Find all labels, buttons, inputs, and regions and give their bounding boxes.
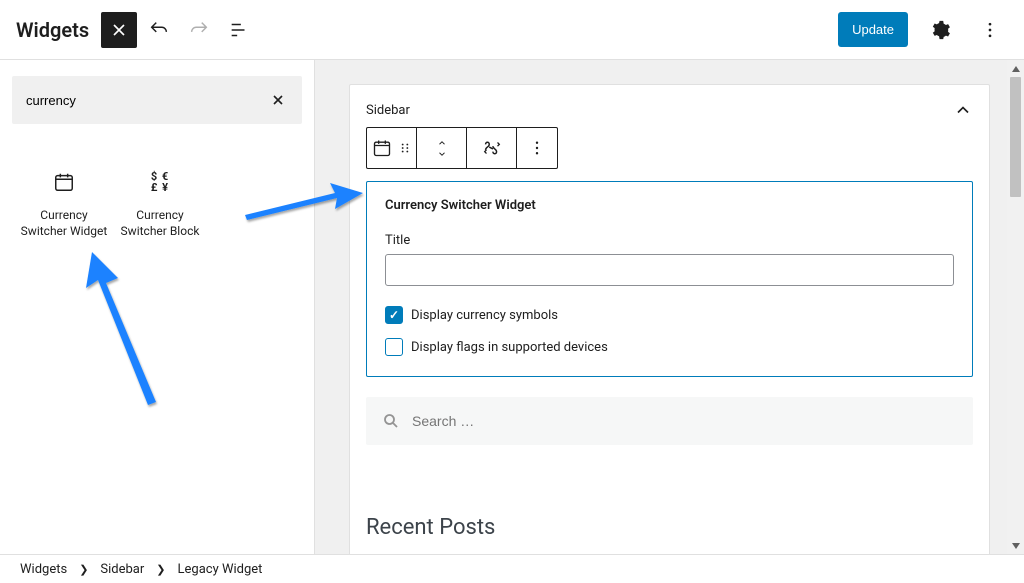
widget-area-title: Sidebar (366, 103, 410, 118)
recent-posts-heading: Recent Posts (366, 515, 973, 540)
widget-area-sidebar: Sidebar (349, 84, 990, 554)
toolbar-right-group (922, 12, 1008, 48)
move-down-icon[interactable] (435, 149, 449, 159)
crumb[interactable]: Widgets (20, 562, 67, 577)
block-search-box (12, 76, 302, 124)
title-input[interactable] (385, 254, 954, 286)
selected-block: Currency Switcher Widget Title Display c… (366, 181, 973, 377)
title-field-label: Title (385, 233, 954, 248)
block-options-icon[interactable] (528, 139, 546, 157)
block-toolbar (366, 127, 558, 169)
collapse-area-icon[interactable] (953, 100, 973, 120)
list-view-button[interactable] (221, 12, 257, 48)
block-search-input[interactable] (26, 93, 268, 108)
search-widget-input[interactable] (412, 413, 957, 429)
crumb[interactable]: Sidebar (100, 562, 144, 577)
settings-button[interactable] (922, 12, 958, 48)
chevron-right-icon: ❯ (156, 563, 165, 576)
update-button[interactable]: Update (838, 12, 908, 47)
scroll-up-icon[interactable] (1007, 60, 1024, 77)
toolbar-left-group (101, 12, 257, 48)
scrollbar[interactable] (1007, 60, 1024, 554)
close-inserter-button[interactable] (101, 12, 137, 48)
breadcrumb: Widgets ❯ Sidebar ❯ Legacy Widget (0, 554, 1024, 583)
block-currency-switcher-block[interactable]: $ €£ ¥ Currency Switcher Block (112, 160, 208, 247)
block-results: Currency Switcher Widget $ €£ ¥ Currency… (12, 160, 302, 247)
display-flags-checkbox[interactable] (385, 338, 403, 356)
block-type-icon[interactable] (372, 138, 392, 158)
scroll-down-icon[interactable] (1007, 537, 1024, 554)
crumb[interactable]: Legacy Widget (178, 562, 263, 577)
top-toolbar: Widgets Update (0, 0, 1024, 60)
currency-icon: $ €£ ¥ (151, 168, 169, 196)
search-icon (382, 412, 400, 430)
display-symbols-checkbox[interactable] (385, 306, 403, 324)
move-to-icon[interactable] (481, 137, 503, 159)
options-button[interactable] (972, 12, 1008, 48)
search-widget-block[interactable] (366, 397, 973, 445)
scrollbar-thumb[interactable] (1010, 77, 1021, 197)
drag-handle-icon[interactable] (398, 141, 412, 155)
editor-canvas: Sidebar (315, 60, 1024, 554)
selected-block-heading: Currency Switcher Widget (385, 198, 954, 213)
page-title: Widgets (16, 18, 89, 42)
block-currency-switcher-widget[interactable]: Currency Switcher Widget (16, 160, 112, 247)
block-label: Currency Switcher Block (112, 208, 208, 239)
display-symbols-label: Display currency symbols (411, 308, 558, 323)
move-up-icon[interactable] (435, 138, 449, 148)
redo-button[interactable] (181, 12, 217, 48)
chevron-right-icon: ❯ (79, 563, 88, 576)
display-flags-label: Display flags in supported devices (411, 340, 608, 355)
clear-search-icon[interactable] (268, 90, 288, 110)
block-label: Currency Switcher Widget (16, 208, 112, 239)
undo-button[interactable] (141, 12, 177, 48)
block-inserter-panel: Currency Switcher Widget $ €£ ¥ Currency… (0, 60, 315, 554)
calendar-icon (53, 168, 75, 196)
